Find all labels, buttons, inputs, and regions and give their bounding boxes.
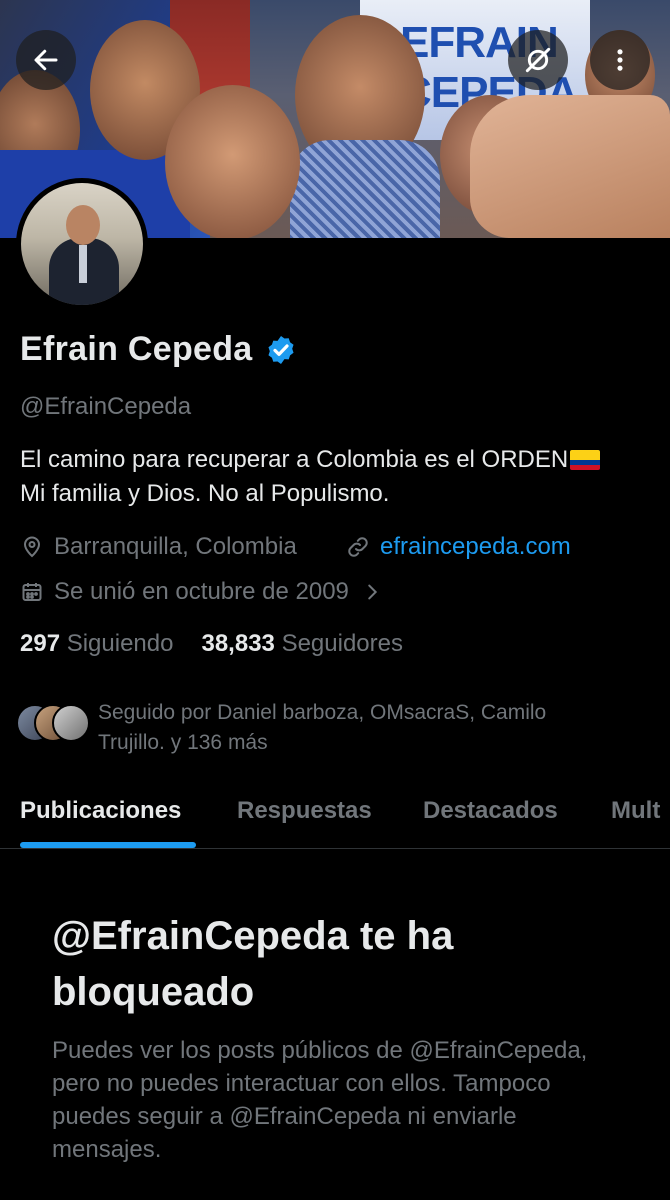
profile-handle: @EfrainCepeda <box>20 393 192 420</box>
followed-by[interactable]: Seguido por Daniel barboza, OMsacraS, Ca… <box>16 698 608 758</box>
following-count: 297 <box>20 630 61 657</box>
joined-text: Se unió en octubre de 2009 <box>54 578 349 605</box>
verified-badge-icon[interactable] <box>265 334 297 366</box>
back-button[interactable] <box>16 30 76 90</box>
chevron-right-icon <box>368 584 377 600</box>
grok-icon <box>525 47 551 73</box>
location-text: Barranquilla, Colombia <box>54 533 297 560</box>
banner-checked-shirt <box>290 140 440 238</box>
followers-stat[interactable]: 38,833 Seguidores <box>201 630 403 658</box>
profile-joined[interactable]: Se unió en octubre de 2009 <box>20 578 393 606</box>
arrow-left-icon <box>34 49 58 71</box>
location-pin-icon <box>23 536 41 558</box>
grok-button[interactable] <box>508 30 568 90</box>
tab-respuestas[interactable]: Respuestas <box>237 797 372 825</box>
blocked-description: Puedes ver los posts públicos de @Efrain… <box>52 1037 588 1163</box>
profile-website[interactable]: efraincepeda.com <box>346 533 571 561</box>
colombia-flag-icon <box>570 450 601 470</box>
bio-line-1: El camino para recuperar a Colombia es e… <box>20 446 569 473</box>
profile-avatar[interactable] <box>16 178 148 310</box>
link-icon <box>348 537 368 557</box>
followed-by-text: Seguido por Daniel barboza, OMsacraS, Ca… <box>98 701 547 754</box>
display-name: Efrain Cepeda <box>20 330 253 368</box>
profile-tabs: Publicaciones Respuestas Destacados Mult <box>0 780 670 849</box>
blocked-title: @EfrainCepeda te ha bloqueado <box>52 914 454 1014</box>
followers-count: 38,833 <box>201 630 275 657</box>
profile-location: Barranquilla, Colombia <box>20 533 297 561</box>
avatar-figure-tie <box>79 245 87 283</box>
tab-destacados[interactable]: Destacados <box>423 797 558 825</box>
followers-label: Seguidores <box>281 630 403 657</box>
tab-multimedia[interactable]: Mult <box>611 797 660 825</box>
bio-line-2: Mi familia y Dios. No al Populismo. <box>20 480 390 507</box>
followed-by-avatars <box>16 698 94 742</box>
calendar-icon <box>22 583 42 601</box>
more-options-button[interactable] <box>590 30 650 90</box>
banner-person <box>165 85 300 238</box>
avatar <box>52 704 90 742</box>
avatar-figure-head <box>66 205 100 245</box>
follow-stats: 297 Siguiendo 38,833 Seguidores <box>20 630 403 658</box>
profile-name-row: Efrain Cepeda <box>20 330 297 369</box>
following-label: Siguiendo <box>66 630 174 657</box>
active-tab-indicator <box>20 842 196 848</box>
profile-bio: El camino para recuperar a Colombia es e… <box>20 443 660 511</box>
website-link[interactable]: efraincepeda.com <box>380 533 571 561</box>
tab-publicaciones[interactable]: Publicaciones <box>20 797 181 825</box>
more-vertical-icon <box>617 49 623 71</box>
banner-hand <box>470 95 670 238</box>
following-stat[interactable]: 297 Siguiendo <box>20 630 173 658</box>
